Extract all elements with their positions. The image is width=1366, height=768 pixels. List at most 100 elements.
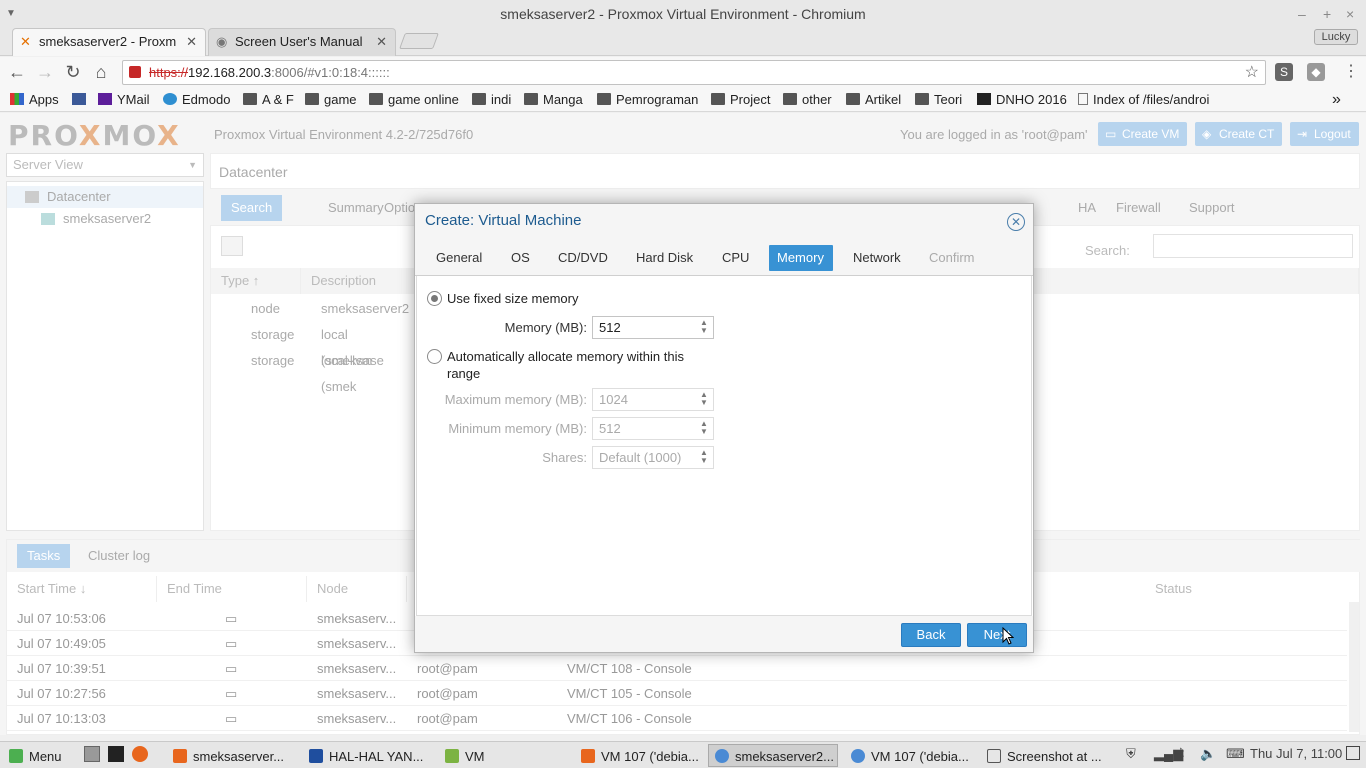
close-tab-icon[interactable]: ✕: [376, 29, 387, 55]
extension-s-icon[interactable]: S: [1275, 63, 1293, 81]
chrome-menu-icon[interactable]: ⋮: [1340, 61, 1362, 83]
tab-ha[interactable]: HA: [1068, 195, 1106, 221]
column-end-time[interactable]: End Time: [157, 576, 307, 602]
keyboard-icon[interactable]: ⌨: [1226, 746, 1245, 762]
clock[interactable]: Thu Jul 7, 11:00: [1250, 746, 1342, 761]
taskbar-item[interactable]: smeksaserver...: [166, 744, 296, 767]
dialog-close-icon[interactable]: ✕: [1007, 213, 1025, 231]
shield-icon[interactable]: ⛨: [1126, 746, 1136, 762]
home-icon[interactable]: ⌂: [90, 61, 112, 83]
bookmark-folder-af[interactable]: A & F: [243, 92, 294, 110]
create-ct-button[interactable]: ◈ Create CT: [1195, 122, 1283, 146]
close-window-button[interactable]: ×: [1346, 0, 1354, 28]
address-bar[interactable]: https://192.168.200.3:8006/#v1:0:18:4:::…: [122, 60, 1266, 85]
profile-button[interactable]: Lucky: [1314, 29, 1358, 45]
browser-tab-manual[interactable]: ◉ Screen User's Manual ✕: [208, 28, 396, 56]
spinner-arrows-icon[interactable]: ▲ ▼: [699, 319, 709, 335]
bookmark-folder-indi[interactable]: indi: [472, 92, 511, 110]
reload-icon[interactable]: ↻: [62, 61, 84, 83]
grid-row[interactable]: storage local (smeksase: [211, 322, 411, 368]
bluetooth-icon[interactable]: ᛒ: [1178, 746, 1186, 761]
column-start-time[interactable]: Start Time ↓: [7, 576, 157, 602]
taskbar-item[interactable]: VM 107 ('debia...: [844, 744, 974, 767]
new-tab-button[interactable]: [399, 33, 439, 49]
bookmark-folder-other[interactable]: other: [783, 92, 832, 110]
bookmark-apps[interactable]: Apps: [10, 92, 59, 110]
taskbar-item[interactable]: VM: [438, 744, 568, 767]
auto-memory-radio[interactable]: [427, 349, 442, 364]
wizard-tab-general[interactable]: General: [428, 245, 490, 271]
bookmark-folder-game[interactable]: game: [305, 92, 357, 110]
wizard-tab-network[interactable]: Network: [845, 245, 909, 271]
bookmark-folder-artikel[interactable]: Artikel: [846, 92, 901, 110]
min-memory-input[interactable]: 512 ▲ ▼: [592, 417, 714, 440]
tasks-scrollbar[interactable]: [1349, 602, 1359, 732]
close-tab-icon[interactable]: ✕: [186, 29, 197, 55]
forward-icon[interactable]: →: [34, 61, 56, 83]
tab-tasks[interactable]: Tasks: [17, 544, 71, 568]
wizard-tab-hard-disk[interactable]: Hard Disk: [628, 245, 701, 271]
firefox-launcher-icon[interactable]: [132, 746, 148, 762]
memory-input[interactable]: 512 ▲ ▼: [592, 316, 714, 339]
start-menu-button[interactable]: Menu: [2, 744, 72, 767]
column-node[interactable]: Node: [307, 576, 407, 602]
task-row[interactable]: Jul 07 10:39:51 ▭ smeksaserv... root@pam VM/…: [7, 656, 1347, 681]
browser-tab-proxmox[interactable]: ✕ smeksaserver2 - Proxm ✕: [12, 28, 206, 56]
column-type[interactable]: Type ↑: [211, 268, 301, 294]
server-view-select[interactable]: Server View ▼: [6, 153, 204, 177]
bookmark-edmodo[interactable]: Edmodo: [163, 92, 230, 110]
logout-button[interactable]: ⇥ Logout: [1290, 122, 1359, 146]
back-icon[interactable]: ←: [6, 61, 28, 83]
terminal-launcher-icon[interactable]: [108, 746, 124, 762]
tree-item-datacenter[interactable]: Datacenter: [7, 186, 203, 208]
column-status[interactable]: Status: [1145, 576, 1345, 602]
auto-memory-label[interactable]: Automatically allocate memory within thi…: [447, 348, 684, 365]
task-row[interactable]: Jul 07 10:27:56 ▭ smeksaserv... root@pam VM/…: [7, 681, 1347, 706]
wizard-tab-memory[interactable]: Memory: [769, 245, 833, 271]
grid-row[interactable]: storage local-lvm (smek: [211, 348, 411, 394]
wizard-tab-os[interactable]: OS: [503, 245, 538, 271]
bookmark-index-files[interactable]: Index of /files/androi: [1078, 92, 1209, 110]
shares-input[interactable]: Default (1000) ▲ ▼: [592, 446, 714, 469]
search-input[interactable]: [1153, 234, 1353, 258]
tab-support[interactable]: Support: [1179, 195, 1245, 221]
tab-firewall[interactable]: Firewall: [1106, 195, 1171, 221]
tree-item-node[interactable]: smeksaserver2: [7, 208, 203, 230]
fixed-memory-radio[interactable]: [427, 291, 442, 306]
task-row[interactable]: Jul 07 10:13:03 ▭ smeksaserv... root@pam VM/…: [7, 706, 1347, 731]
wizard-tab-confirm[interactable]: Confirm: [921, 245, 983, 271]
bookmarks-more-button[interactable]: »: [1332, 92, 1341, 110]
show-desktop-icon[interactable]: [84, 746, 100, 762]
notification-icon[interactable]: [1346, 746, 1360, 760]
bookmark-folder-project[interactable]: Project: [711, 92, 770, 110]
create-vm-button[interactable]: ▭ Create VM: [1098, 122, 1188, 146]
bookmark-folder-game-online[interactable]: game online: [369, 92, 459, 110]
bookmark-dnho[interactable]: DNHO 2016: [977, 92, 1067, 110]
grid-row[interactable]: node smeksaserver2: [211, 296, 411, 322]
bookmark-folder-manga[interactable]: Manga: [524, 92, 583, 110]
bookmark-folder-teori[interactable]: Teori: [915, 92, 962, 110]
taskbar-item[interactable]: HAL-HAL YAN...: [302, 744, 432, 767]
maximize-button[interactable]: +: [1323, 0, 1331, 28]
wizard-tab-cpu[interactable]: CPU: [714, 245, 757, 271]
taskbar-item[interactable]: VM 107 ('debia...: [574, 744, 704, 767]
taskbar-item[interactable]: Screenshot at ...: [980, 744, 1110, 767]
tab-search[interactable]: Search: [221, 195, 283, 221]
max-memory-input[interactable]: 1024 ▲ ▼: [592, 388, 714, 411]
insecure-lock-icon[interactable]: [129, 66, 141, 78]
volume-icon[interactable]: 🔈: [1200, 746, 1216, 762]
wizard-tab-cddvd[interactable]: CD/DVD: [550, 245, 616, 271]
back-button[interactable]: Back: [901, 623, 961, 647]
taskbar-item-active[interactable]: smeksaserver2...: [708, 744, 838, 767]
fixed-memory-label[interactable]: Use fixed size memory: [447, 290, 578, 307]
bookmark-folder-pemrograman[interactable]: Pemrograman: [597, 92, 698, 110]
bookmark-star-icon[interactable]: ☆: [1245, 61, 1259, 84]
extension-cube-icon[interactable]: ◆: [1307, 63, 1325, 81]
minimize-button[interactable]: –: [1298, 0, 1306, 28]
bookmark-ymail[interactable]: YMail: [98, 92, 150, 110]
window-menu-icon[interactable]: ▼: [6, 0, 16, 28]
tab-cluster-log[interactable]: Cluster log: [78, 544, 160, 568]
next-button[interactable]: Next: [967, 623, 1027, 647]
bookmark-facebook[interactable]: [72, 92, 91, 110]
column-toggle-button[interactable]: [221, 236, 243, 256]
